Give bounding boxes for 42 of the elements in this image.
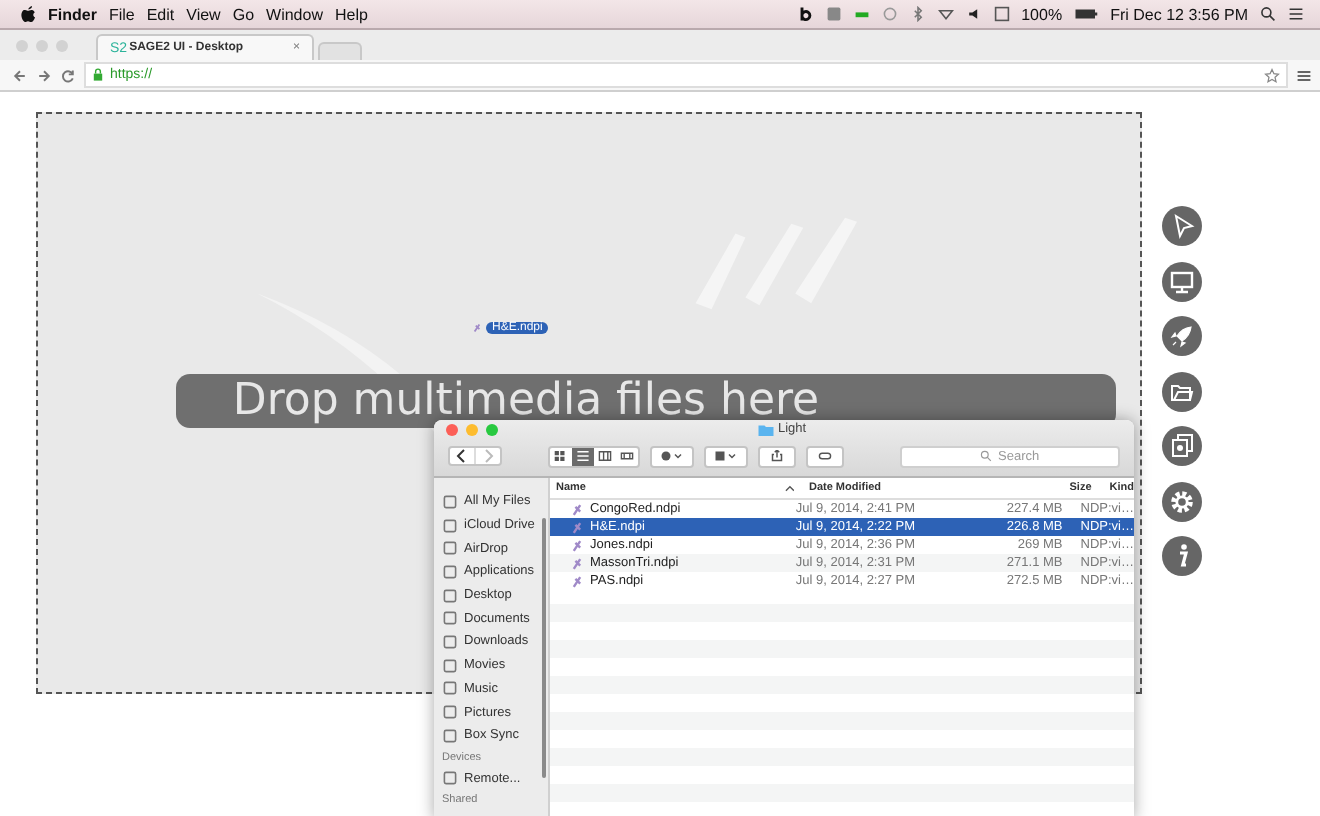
share-icon [770,450,784,462]
info-icon[interactable] [1162,536,1202,576]
search-icon[interactable] [1260,6,1276,22]
arrange-button[interactable] [704,445,748,467]
rocket-icon[interactable] [1162,316,1202,356]
menu-icon[interactable] [1296,67,1312,83]
list-icon[interactable] [1288,6,1304,22]
clock[interactable]: Fri Dec 12 3:56 PM [1110,5,1248,23]
star-icon[interactable] [1264,67,1280,83]
menu-item[interactable]: Go [232,5,255,23]
file-icon [472,322,482,334]
action-button[interactable] [650,445,694,467]
menu-item[interactable]: Finder [48,5,97,23]
view-mode-button[interactable] [572,447,594,465]
stack-icon[interactable] [1162,426,1202,466]
tag-button[interactable] [806,445,844,467]
tag-icon [818,450,832,462]
scrollbar[interactable] [542,518,546,778]
menu-item[interactable]: Window [266,5,323,23]
apple-icon[interactable] [20,4,36,24]
reload-icon[interactable] [60,67,76,83]
battery-percent[interactable]: 100% [1021,5,1063,23]
lock-icon [92,68,104,82]
share-button[interactable] [758,445,796,467]
forward-icon[interactable] [36,67,52,83]
menu-item[interactable]: File [108,5,135,23]
sidebar-icon [442,770,458,787]
view-mode-button[interactable] [594,447,616,465]
bluetooth-icon[interactable] [909,6,926,22]
menu-item[interactable]: Edit [146,5,175,23]
pointer-icon[interactable] [1162,206,1202,246]
menu-item[interactable]: View [186,5,221,23]
monitor-icon[interactable] [1162,261,1202,301]
menu-item[interactable]: Help [334,5,368,23]
volume-icon[interactable] [965,6,982,22]
status-icon[interactable] [797,6,814,22]
search-icon [980,450,992,462]
battery-icon[interactable] [1074,6,1099,22]
folder-icon [758,423,774,435]
view-mode-button[interactable] [616,447,638,465]
wifi-icon[interactable] [937,6,954,22]
folder-icon[interactable] [1162,371,1202,411]
